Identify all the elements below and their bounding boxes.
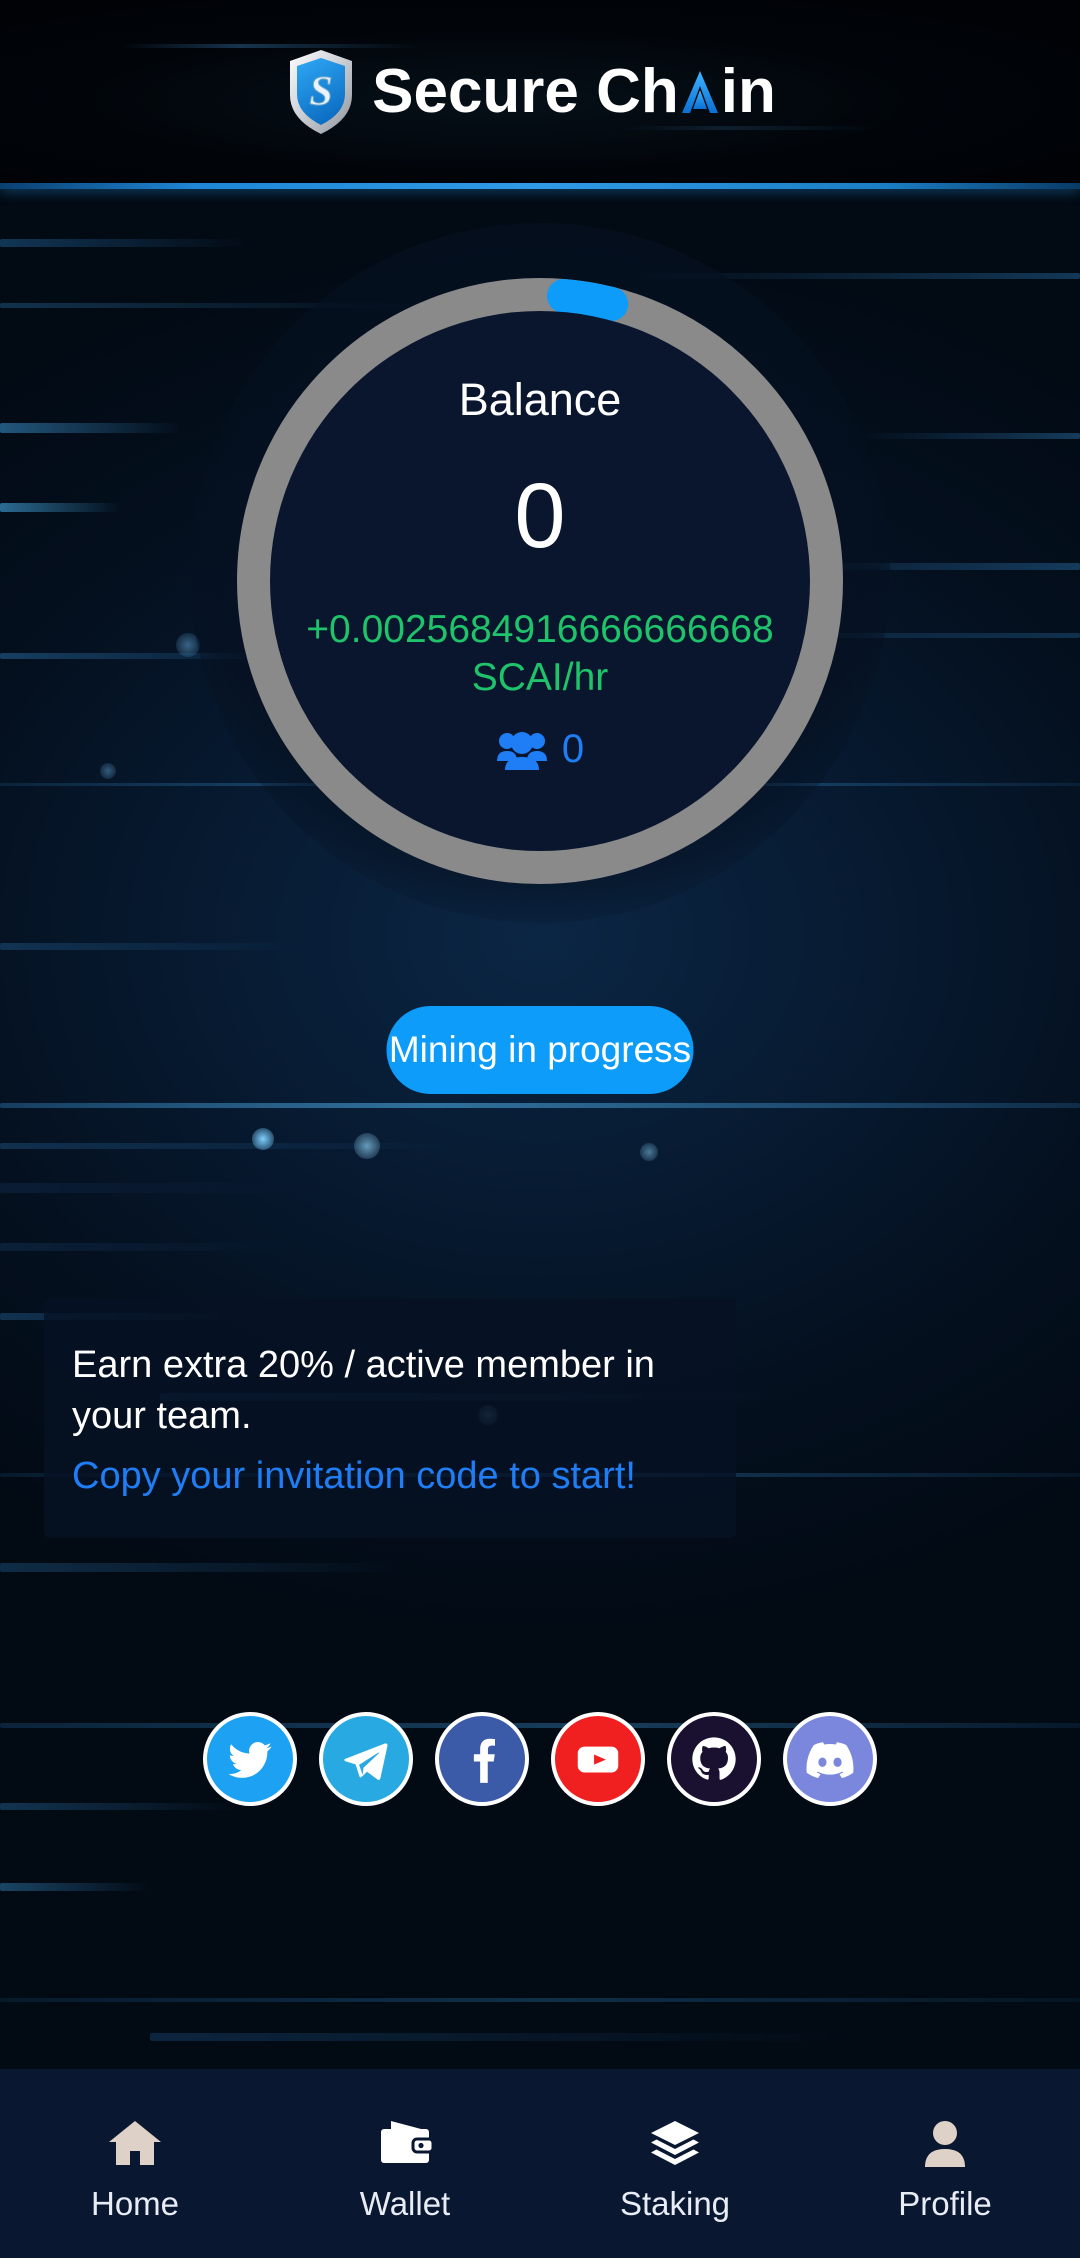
nav-label-wallet: Wallet [359,2185,451,2222]
twitter-bird-icon [224,1733,276,1785]
nav-item-profile[interactable]: Profile [810,2115,1080,2220]
bottom-navigation: Home Wallet Staking Profile [0,2069,1080,2258]
invite-banner: Earn extra 20% / active member in your t… [44,1298,736,1539]
brand-triangle-a-icon [680,63,720,113]
mining-rate: +0.0025684916666666668 SCAI/hr [260,606,820,701]
header-streak-decor [120,44,420,48]
layers-icon [647,2115,703,2171]
brand-name: Secure Ch in [372,56,776,126]
social-link-discord[interactable] [783,1712,877,1806]
shield-s-logo-icon: S [288,49,354,135]
mining-rate-amount: +0.0025684916666666668 [306,608,774,651]
wallet-icon [377,2115,433,2171]
nav-item-staking[interactable]: Staking [540,2115,810,2220]
nav-label-staking: Staking [619,2185,731,2222]
balance-ring-area: Balance 0 +0.0025684916666666668 SCAI/hr [0,183,1080,923]
home-icon [107,2115,163,2171]
people-group-icon [496,730,548,770]
telegram-paper-plane-icon [340,1733,392,1785]
brand-name-part2: in [720,56,776,126]
nav-label-home: Home [90,2185,180,2222]
social-links-row [0,1712,1080,1806]
app-screen: S Secure Ch in Balance 0 +0.002568491666… [0,0,1080,2258]
balance-value: 0 [514,465,566,567]
brand-logo: S Secure Ch in [288,49,776,135]
brand-name-part1: Secure Ch [372,56,679,126]
social-link-twitter[interactable] [203,1712,297,1806]
app-header: S Secure Ch in [0,0,1080,183]
person-icon [917,2115,973,2171]
mining-rate-unit: SCAI/hr [471,655,609,699]
youtube-play-icon [571,1732,625,1786]
nav-label-profile: Profile [898,2185,992,2222]
balance-progress-ring: Balance 0 +0.0025684916666666668 SCAI/hr [236,277,844,885]
discord-game-controller-face-icon [803,1732,857,1786]
team-count-value: 0 [561,727,585,772]
copy-invitation-code-link[interactable]: Copy your invitation code to start! [72,1455,736,1498]
team-members-count[interactable]: 0 [496,727,584,772]
social-link-github[interactable] [667,1712,761,1806]
social-link-facebook[interactable] [435,1712,529,1806]
mining-status-button[interactable]: Mining in progress [386,1006,694,1094]
balance-label: Balance [458,374,622,425]
social-link-youtube[interactable] [551,1712,645,1806]
invite-banner-text: Earn extra 20% / active member in your t… [72,1344,655,1437]
svg-text:S: S [309,69,332,115]
github-cat-icon [688,1733,740,1785]
balance-ring-content: Balance 0 +0.0025684916666666668 SCAI/hr [270,311,810,851]
nav-item-home[interactable]: Home [0,2115,270,2220]
facebook-f-icon [456,1733,508,1785]
social-link-telegram[interactable] [319,1712,413,1806]
nav-item-wallet[interactable]: Wallet [270,2115,540,2220]
